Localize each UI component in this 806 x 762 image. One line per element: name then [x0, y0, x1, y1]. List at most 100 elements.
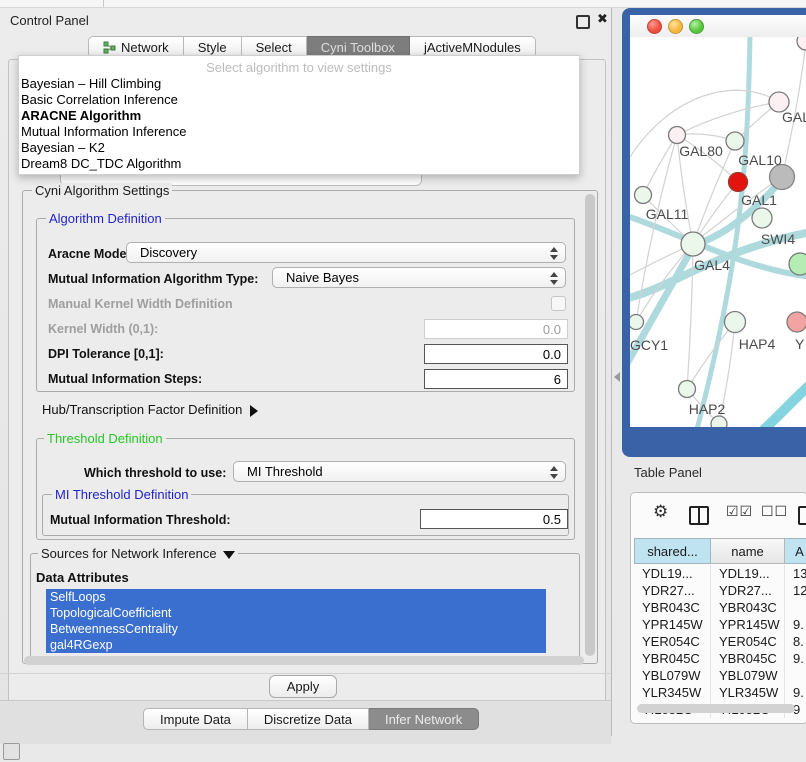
network-window-titlebar[interactable] — [630, 15, 806, 38]
dpi-tolerance-field[interactable]: 0.0 — [424, 344, 568, 364]
node-label: GAL — [782, 109, 806, 125]
aracne-mode-value: Discovery — [140, 245, 197, 260]
settings-horizontal-scrollbar[interactable] — [24, 656, 584, 665]
close-traffic-light-icon[interactable] — [647, 19, 662, 34]
which-threshold-value: MI Threshold — [247, 464, 323, 479]
network-node[interactable] — [752, 208, 772, 228]
kernel-width-label: Kernel Width (0,1): — [48, 322, 158, 336]
aracne-mode-combo[interactable]: Discovery — [126, 242, 566, 263]
cell: YBR045C — [634, 650, 711, 667]
float-window-icon[interactable] — [576, 15, 590, 29]
network-tab-icon — [103, 41, 116, 54]
divider — [0, 673, 611, 674]
attribute-item[interactable]: gal4RGexp — [46, 637, 546, 653]
tab-infer-network[interactable]: Infer Network — [369, 708, 479, 730]
settings-vertical-scrollbar[interactable] — [585, 194, 595, 656]
kernel-width-field[interactable]: 0.0 — [424, 319, 568, 339]
attribute-item[interactable]: TopologicalCoefficient — [46, 605, 546, 621]
column-header-name[interactable]: name — [711, 538, 785, 564]
network-node[interactable] — [635, 187, 652, 204]
partial-toolbar-icon[interactable] — [798, 506, 806, 525]
column-header-shared-name[interactable]: shared... — [634, 538, 711, 564]
attribute-item[interactable]: SelfLoops — [46, 589, 546, 605]
zoom-traffic-light-icon[interactable] — [689, 19, 704, 34]
cell: YDL19... — [634, 565, 711, 582]
table-row[interactable]: YDR27... YDR27... 12 — [634, 582, 806, 599]
network-node[interactable] — [681, 232, 705, 256]
gear-icon[interactable]: ⚙ — [653, 502, 668, 522]
sources-group-title[interactable]: Sources for Network Inference — [38, 546, 238, 561]
node-label: GAL4 — [694, 257, 730, 273]
apply-button[interactable]: Apply — [269, 675, 337, 698]
mi-algorithm-type-combo[interactable]: Naive Bayes — [272, 267, 566, 288]
manual-kernel-width-label: Manual Kernel Width Definition — [48, 297, 233, 311]
table-row[interactable]: YBR045C YBR045C 9. — [634, 650, 806, 667]
algorithm-option[interactable]: Bayesian – Hill Climbing — [21, 76, 561, 92]
network-node[interactable] — [711, 416, 727, 427]
network-edge[interactable] — [687, 244, 693, 389]
network-node-selected[interactable] — [729, 173, 748, 192]
network-edge[interactable] — [758, 383, 806, 427]
network-node[interactable] — [725, 312, 746, 333]
bottom-tabs: Impute Data Discretize Data Infer Networ… — [143, 708, 479, 730]
mi-threshold-field[interactable]: 0.5 — [420, 509, 568, 529]
table-row[interactable]: YPR145W YPR145W 9. — [634, 616, 806, 633]
table-row[interactable]: YDL19... YDL19... 13 — [634, 565, 806, 582]
mi-threshold-group-title: MI Threshold Definition — [52, 487, 191, 502]
table-header-row: shared... name A — [634, 538, 806, 564]
table-panel-title: Table Panel — [634, 465, 702, 480]
sources-title-label: Sources for Network Inference — [41, 546, 217, 561]
node-label: GAL1 — [741, 192, 777, 208]
network-node[interactable] — [726, 132, 744, 150]
mi-threshold-label: Mutual Information Threshold: — [50, 513, 231, 527]
table-row[interactable]: YER054C YER054C 8. — [634, 633, 806, 650]
aracne-mode-label: Aracne Mode: — [48, 247, 131, 261]
tab-style-label: Style — [198, 40, 227, 55]
network-canvas[interactable]: GAL GAL80 GAL10 GAL1 GAL11 SWI4 GAL4 GCY… — [630, 37, 806, 427]
cell: YDR27... — [711, 582, 785, 599]
algorithm-option[interactable]: Mutual Information Inference — [21, 124, 561, 140]
hub-definition-toggle[interactable]: Hub/Transcription Factor Definition — [42, 402, 258, 417]
control-panel: Control Panel ✖ Network Style Select Cyn… — [0, 8, 612, 736]
table-horizontal-scrollbar[interactable] — [637, 704, 795, 713]
network-node[interactable] — [669, 127, 686, 144]
algorithm-option[interactable]: Bayesian – K2 — [21, 140, 561, 156]
column-header-partial[interactable]: A — [785, 538, 806, 564]
algorithm-option-highlighted[interactable]: ARACNE Algorithm — [21, 108, 561, 124]
tab-discretize-data[interactable]: Discretize Data — [248, 708, 369, 730]
cyni-algorithm-settings-title: Cyni Algorithm Settings — [32, 183, 172, 198]
cell: YBL079W — [634, 667, 711, 684]
cell — [785, 599, 806, 616]
collapse-down-icon — [223, 551, 235, 559]
close-icon[interactable]: ✖ — [597, 11, 608, 27]
network-edge[interactable] — [643, 135, 677, 195]
table-row[interactable]: YBR043C YBR043C — [634, 599, 806, 616]
select-all-checkboxes-icon[interactable]: ☑☑ — [726, 503, 753, 520]
network-node[interactable] — [679, 381, 696, 398]
algorithm-option[interactable]: Dream8 DC_TDC Algorithm — [21, 156, 561, 172]
algorithm-option[interactable]: Basic Correlation Inference — [21, 92, 561, 108]
deselect-all-checkboxes-icon[interactable]: ☐☐ — [761, 503, 788, 520]
network-node[interactable] — [789, 253, 806, 275]
network-node[interactable] — [770, 165, 795, 190]
manual-kernel-width-checkbox[interactable] — [551, 296, 566, 311]
network-edge[interactable] — [677, 102, 779, 135]
collapsed-panel-icon[interactable] — [3, 743, 20, 760]
table-row[interactable]: YBL079W YBL079W — [634, 667, 806, 684]
node-label: GAL80 — [679, 143, 723, 159]
network-node[interactable] — [797, 37, 806, 50]
which-threshold-combo[interactable]: MI Threshold — [233, 461, 566, 482]
threshold-definition-title: Threshold Definition — [44, 431, 166, 446]
table-row[interactable]: YLR345W YLR345W 9. — [634, 684, 806, 701]
cell: 9. — [785, 616, 806, 633]
minimize-traffic-light-icon[interactable] — [668, 19, 683, 34]
split-columns-icon[interactable] — [689, 506, 709, 525]
algorithm-popup-hint: Select algorithm to view settings — [19, 60, 579, 75]
network-node[interactable] — [787, 312, 806, 332]
attribute-item[interactable]: BetweennessCentrality — [46, 621, 546, 637]
tab-impute-data[interactable]: Impute Data — [143, 708, 248, 730]
table-panel-window: ⚙ ☑☑ ☐☐ shared... name A YDL19... YDL19.… — [630, 492, 806, 724]
splitter-collapse-icon[interactable] — [614, 372, 620, 382]
mi-steps-field[interactable]: 6 — [424, 369, 568, 389]
network-node[interactable] — [630, 315, 644, 330]
